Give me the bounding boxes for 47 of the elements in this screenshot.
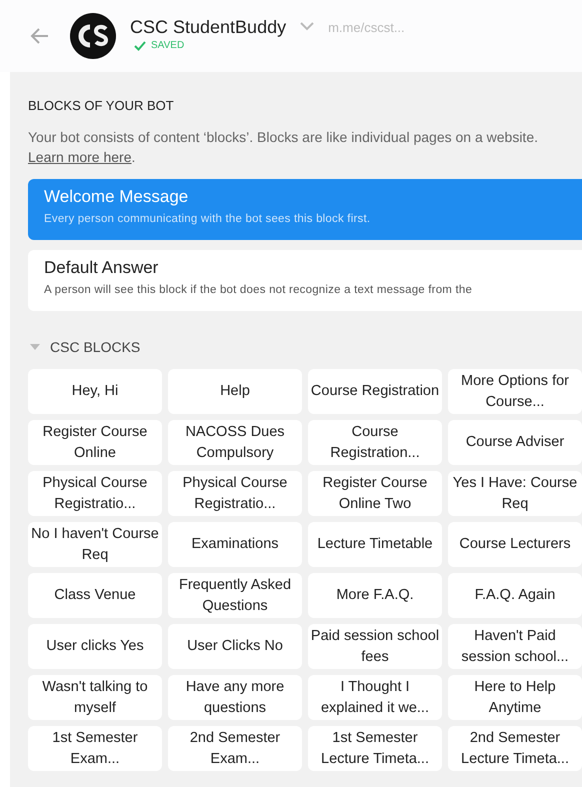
block-description: Every person communicating with the bot sees this block first. [44, 213, 372, 225]
block-tile[interactable]: Physical Course Registratio... [28, 471, 162, 516]
block-tile[interactable]: 1st Semester Lecture Timeta... [308, 726, 442, 771]
block-tile[interactable]: Here to Help Anytime [448, 675, 582, 720]
block-tile[interactable]: No I haven't Course Req [28, 522, 162, 567]
block-tile[interactable]: Class Venue [28, 573, 162, 618]
block-tile[interactable]: Haven't Paid session school... [448, 624, 582, 669]
group-name: CSC BLOCKS [50, 339, 140, 355]
learn-more-link[interactable]: Learn more here [28, 149, 132, 165]
block-tile[interactable]: User clicks Yes [28, 624, 162, 669]
block-tile[interactable]: 2nd Semester Exam... [168, 726, 302, 771]
section-heading: BLOCKS OF YOUR BOT [28, 98, 175, 113]
block-title: Default Answer [44, 258, 160, 278]
block-description: A person will see this block if the bot does not recognize a text message from the [44, 284, 474, 296]
block-tile[interactable]: Physical Course Registratio... [168, 471, 302, 516]
block-tile[interactable]: Register Course Online Two [308, 471, 442, 516]
block-tile[interactable]: 1st Semester Exam... [28, 726, 162, 771]
check-icon [134, 40, 146, 50]
block-tile[interactable]: I Thought I explained it we... [308, 675, 442, 720]
block-tile[interactable]: F.A.Q. Again [448, 573, 582, 618]
block-tile[interactable]: Paid session school fees [308, 624, 442, 669]
chevron-down-icon[interactable] [300, 20, 314, 30]
block-tile[interactable]: Frequently Asked Questions [168, 573, 302, 618]
block-tile[interactable]: Help [168, 369, 302, 414]
saved-status: SAVED [151, 40, 184, 51]
block-card[interactable]: Default Answer A person will see this block if the bot does not recognize a text message from the [28, 250, 582, 311]
block-tile[interactable]: More Options for Course... [448, 369, 582, 414]
block-tile[interactable]: Have any more questions [168, 675, 302, 720]
block-tile[interactable]: Course Registration [308, 369, 442, 414]
block-tile[interactable]: Examinations [168, 522, 302, 567]
block-tile[interactable]: NACOSS Dues Compulsory [168, 420, 302, 465]
block-tile[interactable]: Course Registration... [308, 420, 442, 465]
block-tile[interactable]: Lecture Timetable [308, 522, 442, 567]
block-tile[interactable]: More F.A.Q. [308, 573, 442, 618]
block-tile[interactable]: Hey, Hi [28, 369, 162, 414]
block-tile[interactable]: User Clicks No [168, 624, 302, 669]
collapse-triangle-icon[interactable] [30, 344, 40, 350]
section-description: Your bot consists of content ‘blocks’. Blocks are like individual pages on a website. Learn more here. [28, 128, 539, 167]
block-title: Welcome Message [44, 187, 190, 207]
block-tile[interactable]: Wasn't talking to myself [28, 675, 162, 720]
block-tile[interactable]: Course Lecturers [448, 522, 582, 567]
block-tile[interactable]: 2nd Semester Lecture Timeta... [448, 726, 582, 771]
bot-avatar-icon [70, 13, 116, 59]
block-tile[interactable]: Register Course Online [28, 420, 162, 465]
block-tile[interactable]: Yes I Have: Course Req [448, 471, 582, 516]
block-tile[interactable]: Course Adviser [448, 420, 582, 465]
bot-name: CSC StudentBuddy [130, 17, 286, 38]
